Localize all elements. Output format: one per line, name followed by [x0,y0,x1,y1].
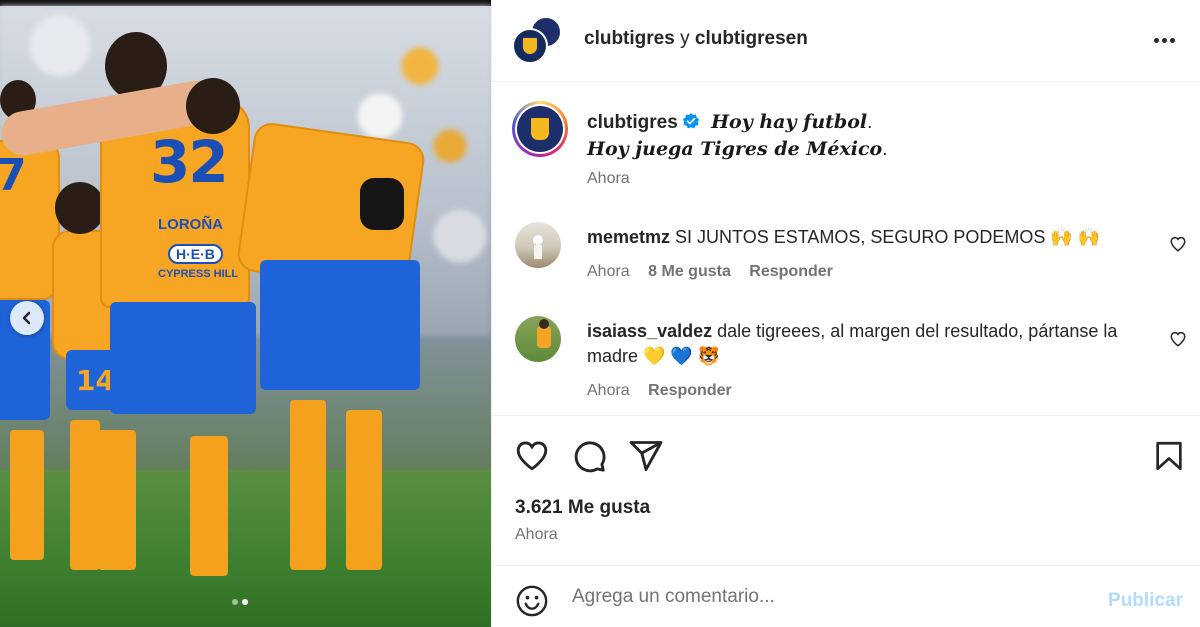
carousel-dots [232,599,248,605]
comment-username[interactable]: isaiass_valdez [587,321,712,341]
caption-line-2-end: . [882,139,888,160]
player-crouch-sock [70,420,100,570]
more-dot-icon [1169,37,1175,43]
jersey-number-main: 32 [150,128,229,196]
comment-reply-button[interactable]: Responder [648,382,732,399]
comment-text: SI JUNTOS ESTAMOS, SEGURO PODEMOS 🙌 🙌 [675,227,1101,247]
player-right-sock-2 [346,410,382,570]
commenter-avatar[interactable] [515,316,561,362]
more-dot-icon [1161,37,1167,43]
publish-button[interactable]: Publicar [1108,590,1183,612]
verified-badge-icon [682,113,699,129]
post-header: clubtigres y clubtigresen [492,0,1200,82]
commenter-avatar[interactable] [515,222,561,268]
tigres-crest-icon [521,36,539,56]
caption-avatar[interactable] [512,101,568,157]
jersey-name-main: LOROÑA [158,216,223,233]
player-right-shorts [260,260,420,390]
post-actions: 3.621 Me gusta Ahora [492,416,1200,566]
save-bookmark-icon[interactable] [1152,438,1186,474]
comment-username[interactable]: memetmz [587,227,670,247]
player-right-head [186,78,240,134]
header-conjunction: y [674,28,695,49]
caption-time: Ahora [587,170,630,187]
collab-avatars[interactable] [512,14,564,66]
post-photo[interactable]: 7 14 32 LOROÑA H·E·B CYPRESS HILL [0,0,491,627]
carousel-dot-2[interactable] [242,599,248,605]
jersey-number-left: 7 [0,150,27,201]
comment-likes[interactable]: 8 Me gusta [648,263,731,280]
more-options-button[interactable] [1149,28,1179,52]
header-account-primary[interactable]: clubtigres [584,28,675,49]
player-left-sock [10,430,44,560]
tigres-crest-icon [529,116,551,142]
comment-input[interactable] [572,582,1092,612]
comment-meta: Ahora 8 Me gusta Responder [587,263,847,281]
caption-username[interactable]: clubtigres [587,112,678,133]
post-likes-count[interactable]: 3.621 Me gusta [515,497,650,519]
more-dot-icon [1153,37,1159,43]
player-main-sock-1 [98,430,136,570]
comment-time: Ahora [587,263,630,280]
header-accounts: clubtigres y clubtigresen [584,28,808,50]
goalkeeper-glove [360,178,404,230]
caption-line-2: Hoy juega Tigres de México [587,138,883,160]
jersey-sponsor-cypress: CYPRESS HILL [158,268,239,280]
caption-line-1-end: . [867,112,873,133]
carousel-prev-button[interactable] [10,301,44,335]
player-main-shorts [110,302,256,414]
carousel-dot-1[interactable] [232,599,238,605]
like-comment-heart-icon[interactable] [1169,235,1187,253]
comment-body: isaiass_valdez dale tigreees, al margen … [587,319,1147,369]
share-send-icon[interactable] [628,438,664,474]
post-side-panel: clubtigres y clubtigresen clubtigres Hoy… [491,0,1200,627]
add-comment-bar: Publicar [492,566,1200,627]
avatar-clubtigres[interactable] [512,28,548,64]
caption: clubtigres Hoy hay futbol. Hoy juega Tig… [587,109,888,163]
comment-time: Ahora [587,382,630,399]
player-right-sock-1 [290,400,326,570]
comment-bubble-icon[interactable] [571,438,607,474]
player-crouch-head [55,182,105,234]
jersey-sponsor-heb: H·E·B [168,244,223,264]
chevron-left-icon [22,311,31,325]
comments-list[interactable]: clubtigres Hoy hay futbol. Hoy juega Tig… [492,82,1200,416]
emoji-smiley-icon[interactable] [515,584,549,618]
post-time: Ahora [515,526,558,543]
comment-body: memetmz SI JUNTOS ESTAMOS, SEGURO PODEMO… [587,225,1147,250]
like-comment-heart-icon[interactable] [1169,330,1187,348]
caption-line-1: Hoy hay futbol [711,111,868,133]
like-heart-icon[interactable] [514,438,550,474]
header-account-secondary[interactable]: clubtigresen [695,28,808,49]
player-main-sock-2 [190,436,228,576]
comment-reply-button[interactable]: Responder [749,263,833,280]
comment-meta: Ahora Responder [587,382,746,400]
